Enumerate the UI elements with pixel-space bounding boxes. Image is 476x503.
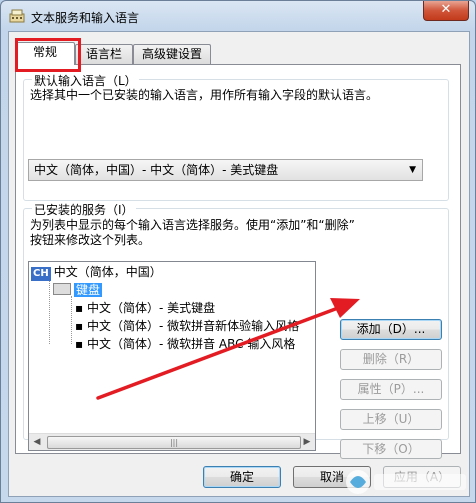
language-badge: CH bbox=[31, 267, 51, 281]
properties-button[interactable]: 属性（P）... bbox=[340, 379, 442, 400]
default-language-dropdown[interactable]: 中文（简体，中国）- 中文（简体）- 美式键盘 ▼ bbox=[28, 159, 423, 181]
tree-language-label: 中文（简体，中国） bbox=[53, 265, 162, 279]
tree-keyboard-node[interactable]: 键盘 bbox=[53, 282, 103, 298]
horizontal-scrollbar[interactable]: ◀ ||| ▶ bbox=[29, 433, 315, 450]
tree-item[interactable]: ▪ 中文（简体）- 微软拼音 ABC 输入风格 bbox=[75, 336, 295, 352]
watermark-logo bbox=[346, 470, 466, 494]
title-bar[interactable]: 文本服务和输入语言 ✕ bbox=[1, 1, 475, 31]
installed-services-description-line1: 为列表中显示的每个输入语言选择服务。使用“添加”和“删除” bbox=[30, 218, 355, 232]
scrollbar-thumb[interactable]: ||| bbox=[47, 436, 301, 449]
tree-keyboard-label: 键盘 bbox=[74, 283, 103, 297]
installed-services-description-line2: 按钮来修改这个列表。 bbox=[30, 233, 151, 247]
bullet-icon: ▪ bbox=[75, 301, 87, 315]
ok-button[interactable]: 确定 bbox=[203, 466, 281, 488]
tree-item-label: 中文（简体）- 美式键盘 bbox=[86, 301, 216, 315]
move-up-button[interactable]: 上移（U） bbox=[340, 409, 442, 430]
installed-services-legend: 已安装的服务（I） bbox=[32, 201, 136, 218]
general-tab-panel: 默认输入语言（L） 选择其中一个已安装的输入语言，用作所有输入字段的默认语言。 … bbox=[15, 64, 461, 459]
tree-item-label: 中文（简体）- 微软拼音新体验输入风格 bbox=[86, 319, 300, 333]
close-button[interactable]: ✕ bbox=[423, 1, 469, 21]
keyboard-icon bbox=[53, 283, 71, 295]
default-language-value: 中文（简体，中国）- 中文（简体）- 美式键盘 bbox=[34, 163, 279, 177]
scroll-right-icon[interactable]: ▶ bbox=[299, 434, 315, 450]
tree-language-node[interactable]: CH 中文（简体，中国） bbox=[31, 264, 162, 281]
tab-language-bar[interactable]: 语言栏 bbox=[75, 44, 133, 64]
default-language-legend: 默认输入语言（L） bbox=[32, 72, 139, 89]
default-language-description: 选择其中一个已安装的输入语言，用作所有输入字段的默认语言。 bbox=[30, 88, 379, 102]
bullet-icon: ▪ bbox=[75, 337, 87, 351]
tree-item-label: 中文（简体）- 微软拼音 ABC 输入风格 bbox=[86, 337, 296, 351]
tab-advanced-key-settings[interactable]: 高级键设置 bbox=[133, 44, 211, 64]
dialog-client: 常规 语言栏 高级键设置 默认输入语言（L） 选择其中一个已安装的输入语言，用作… bbox=[8, 31, 470, 497]
dialog-window: 文本服务和输入语言 ✕ 常规 语言栏 高级键设置 默认输入语言（L） 选择其中一… bbox=[0, 0, 476, 503]
remove-button[interactable]: 删除（R） bbox=[340, 349, 442, 370]
add-button[interactable]: 添加（D）... bbox=[340, 319, 442, 340]
tree-item[interactable]: ▪ 中文（简体）- 美式键盘 bbox=[75, 300, 215, 316]
close-icon: ✕ bbox=[440, 2, 452, 17]
move-down-button[interactable]: 下移（O） bbox=[340, 439, 442, 459]
bullet-icon: ▪ bbox=[75, 319, 87, 333]
tab-highlight-box bbox=[15, 38, 81, 72]
tree-item[interactable]: ▪ 中文（简体）- 微软拼音新体验输入风格 bbox=[75, 318, 299, 334]
text-services-icon bbox=[9, 9, 25, 23]
chevron-down-icon: ▼ bbox=[409, 165, 416, 175]
window-title: 文本服务和输入语言 bbox=[31, 11, 140, 25]
scroll-left-icon[interactable]: ◀ bbox=[29, 434, 45, 450]
default-language-group: 默认输入语言（L） 选择其中一个已安装的输入语言，用作所有输入字段的默认语言。 bbox=[23, 72, 449, 201]
services-tree[interactable]: CH 中文（简体，中国） 键盘 ▪ 中文（简体）- 美式键盘 ▪ 中文（简体）- … bbox=[28, 261, 316, 451]
